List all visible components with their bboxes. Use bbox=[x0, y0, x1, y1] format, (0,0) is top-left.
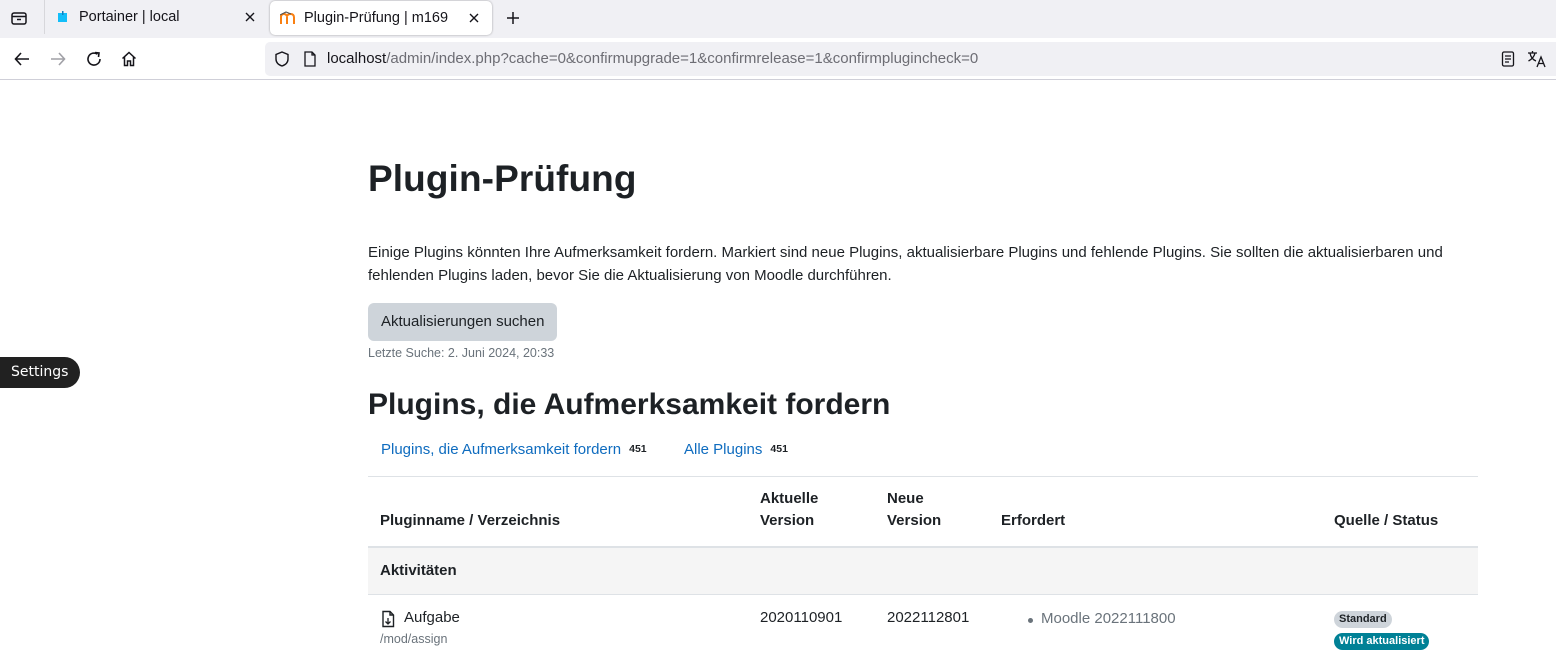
filter-count: 451 bbox=[770, 443, 788, 455]
url-text[interactable]: localhost/admin/index.php?cache=0&confir… bbox=[327, 50, 978, 67]
tab-list-icon[interactable] bbox=[8, 7, 30, 29]
status-badge: Wird aktualisiert bbox=[1334, 633, 1430, 650]
column-header-required: Erfordert bbox=[1001, 512, 1066, 529]
shield-icon[interactable] bbox=[273, 50, 291, 68]
close-icon[interactable] bbox=[241, 8, 259, 26]
requirement: Moodle 2022111800 bbox=[1041, 610, 1176, 627]
plugin-name: Aufgabe bbox=[404, 609, 460, 626]
filter-count: 451 bbox=[629, 443, 647, 455]
back-icon[interactable] bbox=[11, 48, 33, 70]
section-title: Plugins, die Aufmerksamkeit fordern bbox=[368, 388, 891, 421]
url-host: localhost bbox=[327, 50, 387, 67]
settings-button[interactable]: Settings bbox=[0, 357, 81, 388]
check-updates-button[interactable]: Aktualisierungen suchen bbox=[368, 303, 558, 341]
header-line: Aktuelle bbox=[760, 490, 819, 507]
tab-title: Plugin-Prüfung | m169 bbox=[304, 10, 449, 26]
table-row: Aufgabe /mod/assign 2020110901 202211280… bbox=[368, 595, 1478, 658]
new-version: 2022112801 bbox=[887, 609, 970, 626]
intro-text: Einige Plugins könnten Ihre Aufmerksamke… bbox=[368, 244, 1443, 284]
header-line: Version bbox=[887, 512, 942, 529]
url-bar[interactable]: localhost/admin/index.php?cache=0&confir… bbox=[265, 42, 1556, 76]
column-header-name: Pluginname / Verzeichnis bbox=[380, 512, 561, 529]
tab-portainer[interactable]: Portainer | local bbox=[44, 0, 268, 34]
filter-label: Plugins, die Aufmerksamkeit fordern bbox=[381, 440, 622, 458]
filter-label: Alle Plugins bbox=[684, 440, 763, 458]
filter-all-link[interactable]: Alle Plugins 451 bbox=[684, 439, 788, 459]
plugin-group-label: Aktivitäten bbox=[380, 562, 457, 579]
forward-icon[interactable] bbox=[47, 48, 69, 70]
reader-view-icon[interactable] bbox=[1499, 50, 1517, 68]
plugin-group-row: Aktivitäten bbox=[368, 548, 1478, 595]
moodle-icon bbox=[280, 10, 296, 26]
page-title: Plugin-Prüfung bbox=[368, 158, 637, 199]
close-icon[interactable] bbox=[465, 9, 483, 27]
navigation-bar: localhost/admin/index.php?cache=0&confir… bbox=[0, 38, 1556, 80]
assignment-icon bbox=[380, 610, 396, 628]
current-version: 2020110901 bbox=[760, 609, 843, 626]
tab-bar: Portainer | local Plugin-Prüfung | m169 bbox=[0, 0, 1556, 38]
home-icon[interactable] bbox=[118, 48, 140, 70]
reload-icon[interactable] bbox=[83, 48, 105, 70]
translate-icon[interactable] bbox=[1527, 50, 1547, 68]
header-line: Version bbox=[760, 512, 815, 529]
column-header-current-version: Aktuelle Version bbox=[760, 488, 818, 532]
url-path: /admin/index.php?cache=0&confirmupgrade=… bbox=[386, 50, 979, 67]
list-bullet bbox=[1028, 618, 1033, 623]
tab-title: Portainer | local bbox=[79, 9, 180, 25]
header-line: Neue bbox=[887, 490, 924, 507]
plus-icon[interactable] bbox=[502, 7, 524, 29]
source-badge: Standard bbox=[1334, 611, 1392, 628]
tab-plugin-check[interactable]: Plugin-Prüfung | m169 bbox=[270, 1, 492, 35]
table-top-border bbox=[368, 476, 1478, 477]
filter-attention-link[interactable]: Plugins, die Aufmerksamkeit fordern 451 bbox=[381, 439, 647, 459]
page-icon[interactable] bbox=[301, 50, 319, 68]
last-check-text: Letzte Suche: 2. Juni 2024, 20:33 bbox=[368, 346, 555, 360]
column-header-new-version: Neue Version bbox=[887, 488, 941, 532]
column-header-source-status: Quelle / Status bbox=[1334, 512, 1439, 529]
plugin-directory: /mod/assign bbox=[380, 632, 448, 646]
portainer-icon bbox=[55, 9, 71, 25]
